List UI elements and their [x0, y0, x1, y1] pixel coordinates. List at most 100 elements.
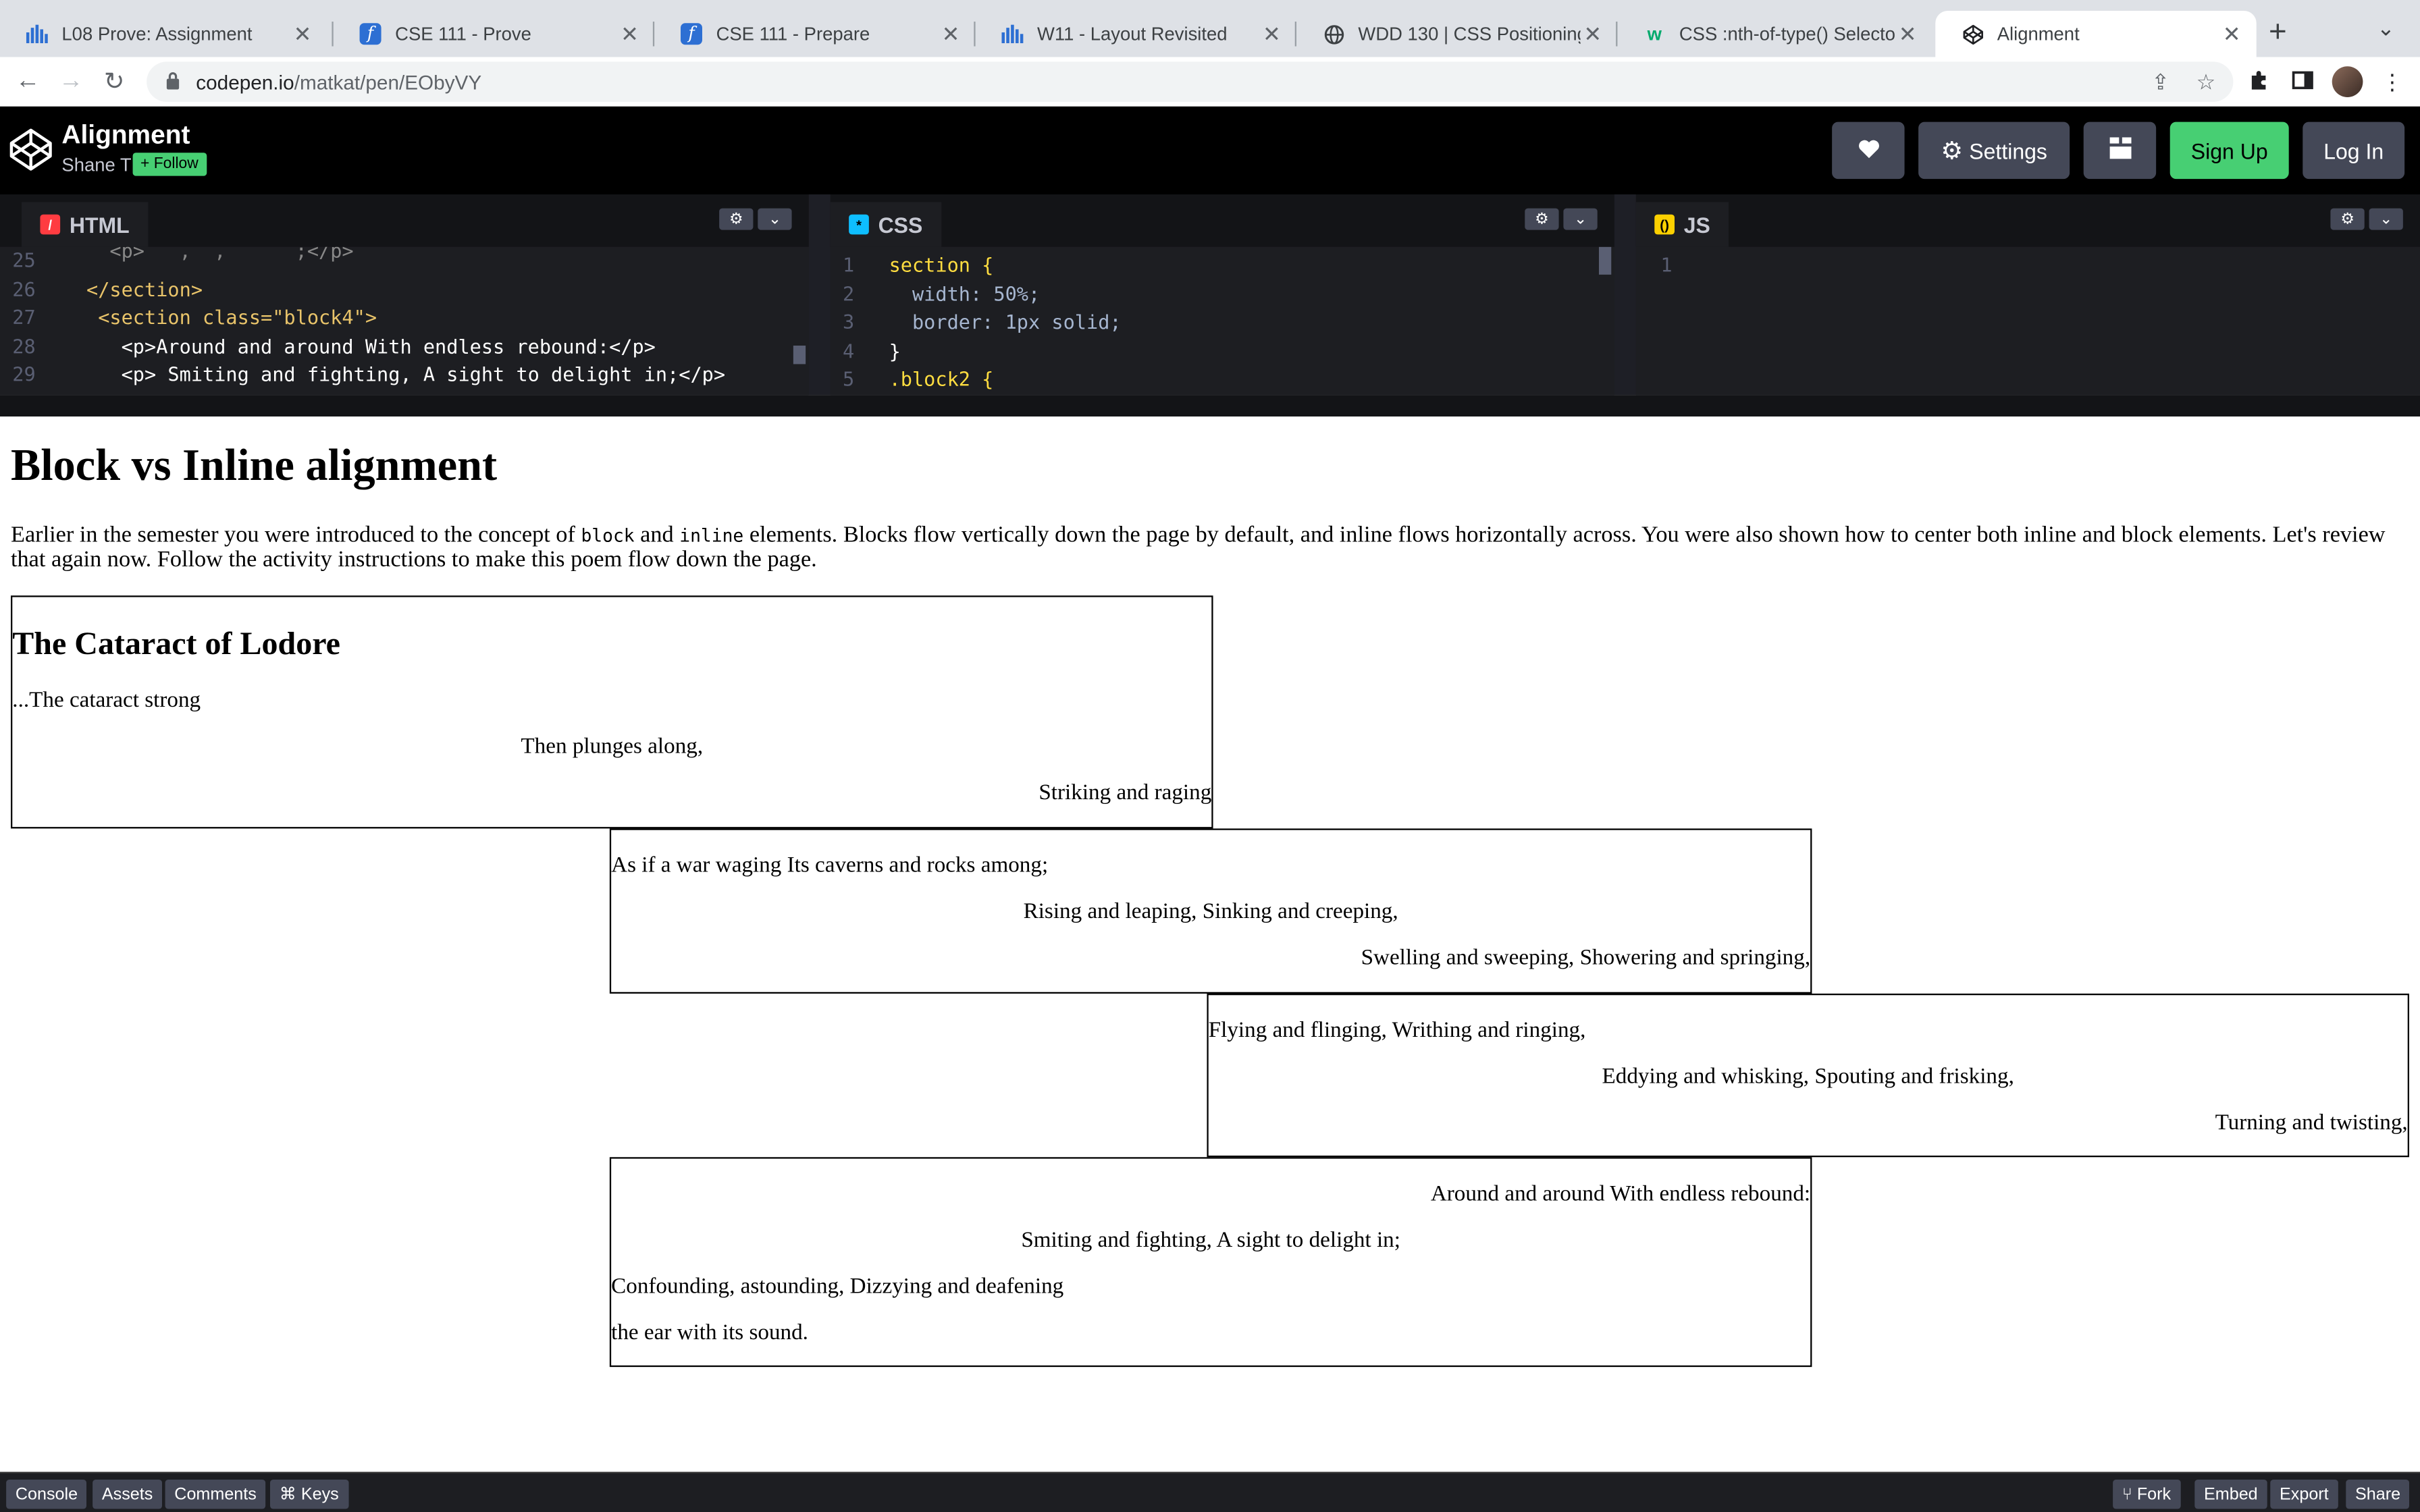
close-tab-icon[interactable]: ✕	[1259, 21, 1284, 47]
love-button[interactable]	[1832, 122, 1905, 180]
f-icon: f	[358, 22, 383, 47]
close-tab-icon[interactable]: ✕	[617, 21, 642, 47]
browser-tab-active[interactable]: Alignment ✕	[1935, 11, 2257, 57]
browser-tab[interactable]: f CSE 111 - Prepare ✕	[654, 11, 975, 57]
share-icon[interactable]: ⇪	[2151, 70, 2169, 96]
comments-button[interactable]: Comments	[165, 1480, 266, 1509]
intro-text: and	[640, 522, 674, 548]
fork-button[interactable]: ⑂ Fork	[2113, 1480, 2180, 1509]
forward-icon[interactable]: →	[53, 63, 90, 101]
tab-title: CSE 111 - Prove	[395, 23, 531, 45]
export-button[interactable]: Export	[2270, 1480, 2338, 1509]
css-asterisk-icon: *	[849, 214, 869, 235]
close-tab-icon[interactable]: ✕	[939, 21, 964, 47]
poem-block-3: Flying and flinging, Writhing and ringin…	[1207, 994, 2410, 1158]
editor-resize-bar[interactable]	[0, 395, 2420, 417]
close-tab-icon[interactable]: ✕	[1581, 21, 1606, 47]
browser-tab[interactable]: WDD 130 | CSS Positioning II A ✕	[1296, 11, 1617, 57]
close-tab-icon[interactable]: ✕	[1895, 21, 1920, 47]
gear-icon[interactable]: ⚙	[2330, 208, 2365, 230]
codepen-logo-icon[interactable]	[9, 128, 53, 171]
more-menu-icon[interactable]: ⋮	[2382, 70, 2403, 96]
css-pane-header: * CSS ⚙ ⌄	[830, 194, 1614, 247]
tab-title: CSE 111 - Prepare	[716, 23, 870, 45]
canvas-icon	[25, 22, 50, 47]
poem-line: Smiting and fighting, A sight to delight…	[1021, 1228, 1400, 1253]
reload-icon[interactable]: ↻	[96, 63, 133, 101]
html-code[interactable]: 25 <p> , , ;</p> 26 </section> 27 <secti…	[0, 247, 809, 395]
console-button[interactable]: Console	[6, 1480, 87, 1509]
poem-line: Turning and twisting,	[2215, 1110, 2408, 1136]
tab-css[interactable]: * CSS	[830, 202, 941, 247]
address-bar[interactable]: codepen.io/matkat/pen/EObyVY	[147, 61, 2234, 102]
browser-tab[interactable]: w CSS :nth-of-type() Selector ✕	[1617, 11, 1932, 57]
poem-block-4: Around and around With endless rebound: …	[609, 1157, 1812, 1368]
side-panel-icon[interactable]	[2292, 70, 2313, 96]
poem-block-1: The Cataract of Lodore ...The cataract s…	[11, 595, 1213, 829]
extensions-icon[interactable]	[2248, 70, 2270, 96]
code-line: section {	[889, 252, 994, 277]
code-line: <p>Around and around With endless reboun…	[86, 333, 656, 358]
chevron-down-icon[interactable]: ⌄	[758, 208, 792, 230]
back-icon[interactable]: ←	[9, 63, 47, 101]
url-path: /matkat/pen/EObyVY	[294, 70, 482, 94]
js-code[interactable]: 1	[1636, 247, 2420, 395]
settings-label: Settings	[1969, 138, 2047, 163]
code-line: width: 50%;	[889, 281, 1041, 305]
poem-line: Eddying and whisking, Spouting and frisk…	[1602, 1064, 2014, 1089]
url-domain: codepen.io	[196, 70, 294, 94]
browser-tab[interactable]: W11 - Layout Revisited ✕	[976, 11, 1296, 57]
follow-button[interactable]: + Follow	[132, 153, 207, 176]
chevron-down-icon[interactable]: ⌄	[2369, 208, 2403, 230]
layout-button[interactable]	[2083, 122, 2157, 180]
tab-js[interactable]: () JS	[1635, 202, 1729, 247]
canvas-icon	[1000, 22, 1025, 47]
lock-icon	[165, 70, 181, 93]
pen-author[interactable]: Shane T	[61, 155, 131, 176]
gear-icon[interactable]: ⚙	[719, 208, 754, 230]
intro-text: Earlier in the semester you were introdu…	[11, 522, 575, 548]
sign-up-button[interactable]: Sign Up	[2169, 122, 2289, 180]
poem-line: Swelling and sweeping, Showering and spr…	[1361, 946, 1811, 971]
f-icon: f	[679, 22, 704, 47]
profile-avatar[interactable]	[2332, 66, 2363, 97]
browser-tab[interactable]: L08 Prove: Assignment ✕	[0, 11, 327, 57]
poem-line: Around and around With endless rebound:	[1430, 1181, 1811, 1207]
poem-line: the ear with its sound.	[611, 1320, 808, 1346]
gear-icon[interactable]: ⚙	[1525, 208, 1559, 230]
chevron-down-icon[interactable]: ⌄	[2377, 16, 2395, 42]
code-line: <section class="block4">	[86, 305, 377, 329]
pen-title: Alignment	[61, 120, 190, 150]
close-tab-icon[interactable]: ✕	[2219, 21, 2244, 47]
browser-toolbar: ← → ↻ codepen.io/matkat/pen/EObyVY ⇪ ☆ ⋮	[0, 57, 2420, 108]
css-editor-pane: * CSS ⚙ ⌄ 1 section { 2 width: 50%; 3 bo…	[830, 194, 1614, 396]
new-tab-icon[interactable]: +	[2269, 16, 2287, 51]
keys-button[interactable]: ⌘ Keys	[270, 1480, 348, 1509]
tab-title: WDD 130 | CSS Positioning II A	[1358, 23, 1581, 45]
share-button[interactable]: Share	[2346, 1480, 2410, 1509]
bookmark-star-icon[interactable]: ☆	[2197, 70, 2216, 96]
css-code[interactable]: 1 section { 2 width: 50%; 3 border: 1px …	[831, 246, 1614, 395]
intro-paragraph: Earlier in the semester you were introdu…	[11, 523, 2395, 572]
code-block-word: block	[581, 524, 635, 547]
codepen-icon	[1960, 22, 1985, 47]
assets-button[interactable]: Assets	[93, 1480, 163, 1509]
scrollbar-thumb[interactable]	[793, 346, 806, 364]
poem-line: Flying and flinging, Writhing and ringin…	[1208, 1018, 1586, 1044]
log-in-button[interactable]: Log In	[2303, 122, 2405, 180]
poem-title: The Cataract of Lodore	[12, 624, 341, 662]
html-slash-icon: /	[40, 214, 61, 235]
poem-line: Confounding, astounding, Dizzying and de…	[611, 1274, 1064, 1299]
code-line: }	[889, 338, 901, 362]
close-tab-icon[interactable]: ✕	[290, 21, 315, 47]
tab-title: Alignment	[1997, 23, 2080, 45]
browser-tab[interactable]: f CSE 111 - Prove ✕	[334, 11, 654, 57]
fork-label: Fork	[2136, 1485, 2172, 1504]
globe-icon	[1321, 22, 1346, 47]
settings-button[interactable]: ⚙ Settings	[1918, 122, 2070, 180]
embed-button[interactable]: Embed	[2194, 1480, 2267, 1509]
scrollbar-thumb[interactable]	[1599, 246, 1612, 275]
tab-title: L08 Prove: Assignment	[61, 23, 253, 45]
chevron-down-icon[interactable]: ⌄	[1563, 208, 1598, 230]
tab-html[interactable]: / HTML	[22, 202, 149, 247]
